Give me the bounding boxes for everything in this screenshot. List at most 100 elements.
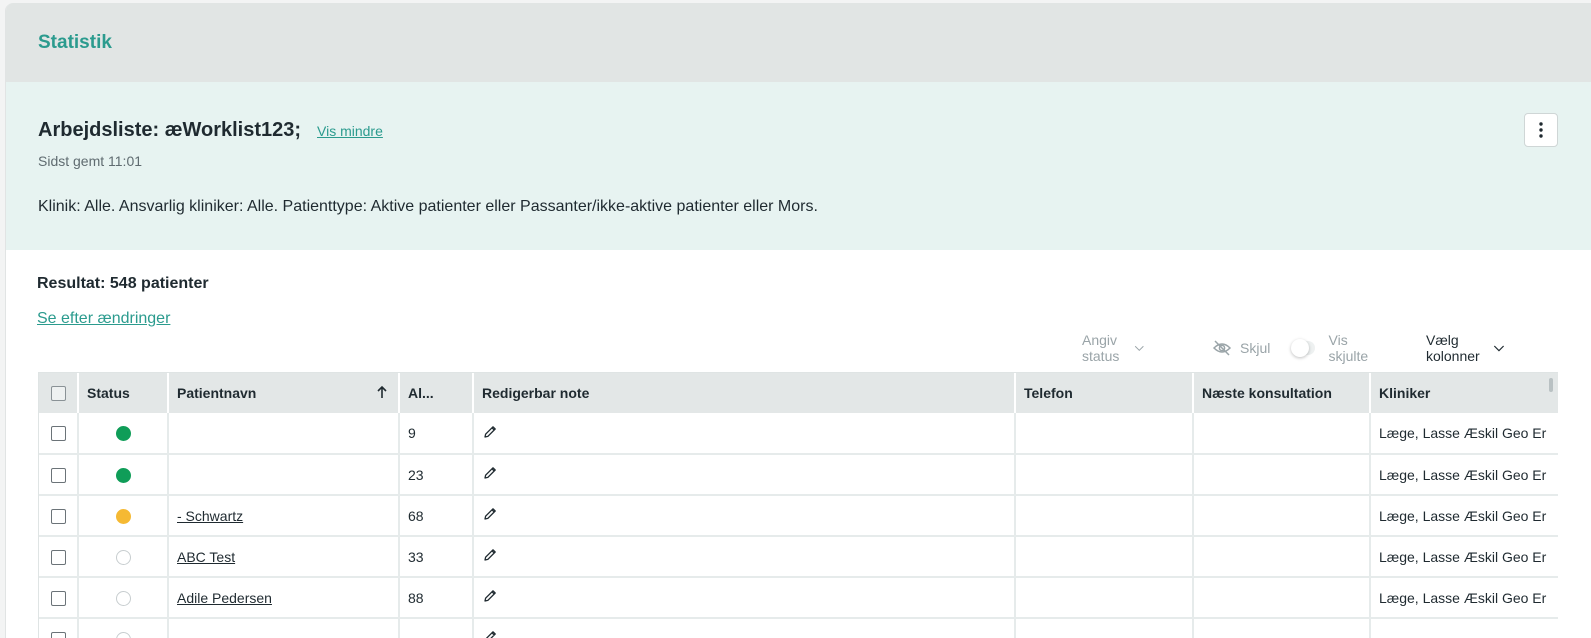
clinician-cell: Læge, Lasse Æskil Geo Er	[1370, 536, 1558, 578]
patient-table: Status Patientnavn Al... Redigerbar note…	[38, 372, 1558, 638]
age-cell	[399, 618, 474, 638]
table-row[interactable]	[39, 618, 1558, 638]
chevron-down-icon	[1134, 345, 1144, 352]
row-select-cell	[39, 413, 79, 455]
phone-cell	[1015, 618, 1194, 638]
status-indicator[interactable]	[115, 426, 131, 442]
note-cell	[473, 495, 1016, 537]
edit-note-button[interactable]	[482, 506, 498, 522]
set-status-dropdown[interactable]: Angiv status	[1082, 332, 1144, 364]
next-consultation-cell	[1193, 413, 1371, 455]
column-header-next-consultation[interactable]: Næste konsultation	[1193, 373, 1371, 413]
phone-cell	[1015, 495, 1194, 537]
phone-cell	[1015, 536, 1194, 578]
age-cell: 23	[399, 454, 474, 496]
eye-off-icon	[1212, 340, 1232, 356]
table-row[interactable]: ABC Test 33 Læge, Lasse Æskil Geo Er	[39, 536, 1558, 578]
column-header-clinician[interactable]: Kliniker	[1370, 373, 1558, 413]
table-row[interactable]: - Schwartz 68 Læge, Lasse Æskil Geo Er	[39, 495, 1558, 537]
clinician-cell: Læge, Lasse Æskil Geo Er	[1370, 495, 1558, 537]
show-hidden-label: Vis skjulte	[1328, 332, 1369, 364]
status-indicator[interactable]	[115, 631, 131, 638]
pencil-icon	[484, 467, 496, 479]
patient-name-link[interactable]: Adile Pedersen	[177, 590, 272, 606]
worklist-title: Arbejdsliste: æWorklist123;	[38, 119, 302, 141]
row-checkbox[interactable]	[51, 467, 66, 483]
pencil-icon	[484, 508, 496, 520]
filter-criteria-text: Klinik: Alle. Ansvarlig kliniker: Alle. …	[38, 198, 818, 215]
column-header-status[interactable]: Status	[78, 373, 169, 413]
status-cell	[78, 454, 169, 496]
patient-name-cell: ABC Test	[168, 536, 400, 578]
hide-button[interactable]: Skjul	[1212, 340, 1270, 356]
patient-name-link[interactable]: ABC Test	[177, 549, 235, 565]
vertical-scrollbar[interactable]	[1549, 378, 1553, 392]
phone-cell	[1015, 577, 1194, 619]
edit-note-button[interactable]	[482, 424, 498, 440]
table-row[interactable]: 23 Læge, Lasse Æskil Geo Er	[39, 454, 1558, 496]
edit-note-button[interactable]	[482, 465, 498, 481]
row-checkbox[interactable]	[51, 590, 66, 606]
next-consultation-cell	[1193, 454, 1371, 496]
pencil-icon	[484, 425, 496, 438]
status-indicator[interactable]	[115, 549, 131, 565]
row-select-cell	[39, 577, 79, 619]
toggle-switch[interactable]	[1291, 339, 1315, 357]
next-consultation-cell	[1193, 536, 1371, 578]
status-indicator[interactable]	[115, 508, 131, 524]
patient-name-cell	[168, 413, 400, 455]
column-header-note[interactable]: Redigerbar note	[473, 373, 1016, 413]
row-checkbox[interactable]	[51, 426, 66, 442]
pencil-icon	[485, 631, 496, 638]
next-consultation-cell	[1193, 495, 1371, 537]
page-title: Statistik	[38, 31, 112, 53]
patient-name-cell	[168, 618, 400, 638]
pencil-icon	[484, 549, 496, 561]
patient-name-cell: Adile Pedersen	[168, 577, 400, 619]
note-cell	[473, 413, 1016, 455]
row-select-cell	[39, 454, 79, 496]
next-consultation-cell	[1193, 618, 1371, 638]
status-cell	[78, 413, 169, 455]
show-less-link[interactable]: Vis mindre	[317, 123, 383, 139]
patient-name-link[interactable]: - Schwartz	[177, 508, 243, 524]
more-options-button[interactable]	[1524, 113, 1558, 147]
edit-note-button[interactable]	[482, 629, 498, 638]
worklist-info-box: Arbejdsliste: æWorklist123; Vis mindre S…	[6, 82, 1591, 250]
row-select-cell	[39, 536, 79, 578]
row-select-cell	[39, 618, 79, 638]
table-header-row: Status Patientnavn Al... Redigerbar note…	[39, 373, 1558, 413]
row-checkbox[interactable]	[51, 631, 66, 638]
phone-cell	[1015, 454, 1194, 496]
edit-note-button[interactable]	[482, 588, 498, 604]
patient-name-cell: - Schwartz	[168, 495, 400, 537]
see-changes-link[interactable]: Se efter ændringer	[37, 310, 170, 328]
status-cell	[78, 577, 169, 619]
row-checkbox[interactable]	[51, 549, 66, 565]
note-cell	[473, 618, 1016, 638]
kebab-menu-icon	[1539, 122, 1543, 138]
table-row[interactable]: Adile Pedersen 88 Læge, Lasse Æskil Geo Er	[39, 577, 1558, 619]
pencil-icon	[484, 590, 496, 602]
status-indicator[interactable]	[115, 590, 131, 606]
column-header-phone[interactable]: Telefon	[1015, 373, 1194, 413]
select-all-checkbox[interactable]	[51, 386, 66, 402]
show-hidden-toggle[interactable]: Vis skjulte	[1291, 332, 1376, 364]
phone-cell	[1015, 413, 1194, 455]
column-header-patient[interactable]: Patientnavn	[168, 373, 400, 413]
status-indicator[interactable]	[115, 467, 131, 483]
row-checkbox[interactable]	[51, 508, 66, 524]
choose-columns-dropdown[interactable]: Vælg kolonner	[1426, 332, 1505, 364]
patient-name-cell	[168, 454, 400, 496]
column-header-patient-label: Patientnavn	[177, 385, 257, 401]
note-cell	[473, 454, 1016, 496]
note-cell	[473, 577, 1016, 619]
status-cell	[78, 495, 169, 537]
sort-ascending-icon[interactable]	[376, 384, 388, 400]
result-count: Resultat: 548 patienter	[37, 275, 209, 292]
table-row[interactable]: 9 Læge, Lasse Æskil Geo Er	[39, 413, 1558, 455]
set-status-label: Angiv status	[1082, 332, 1120, 364]
chevron-down-icon	[1493, 345, 1504, 352]
edit-note-button[interactable]	[482, 547, 498, 563]
column-header-age[interactable]: Al...	[399, 373, 474, 413]
